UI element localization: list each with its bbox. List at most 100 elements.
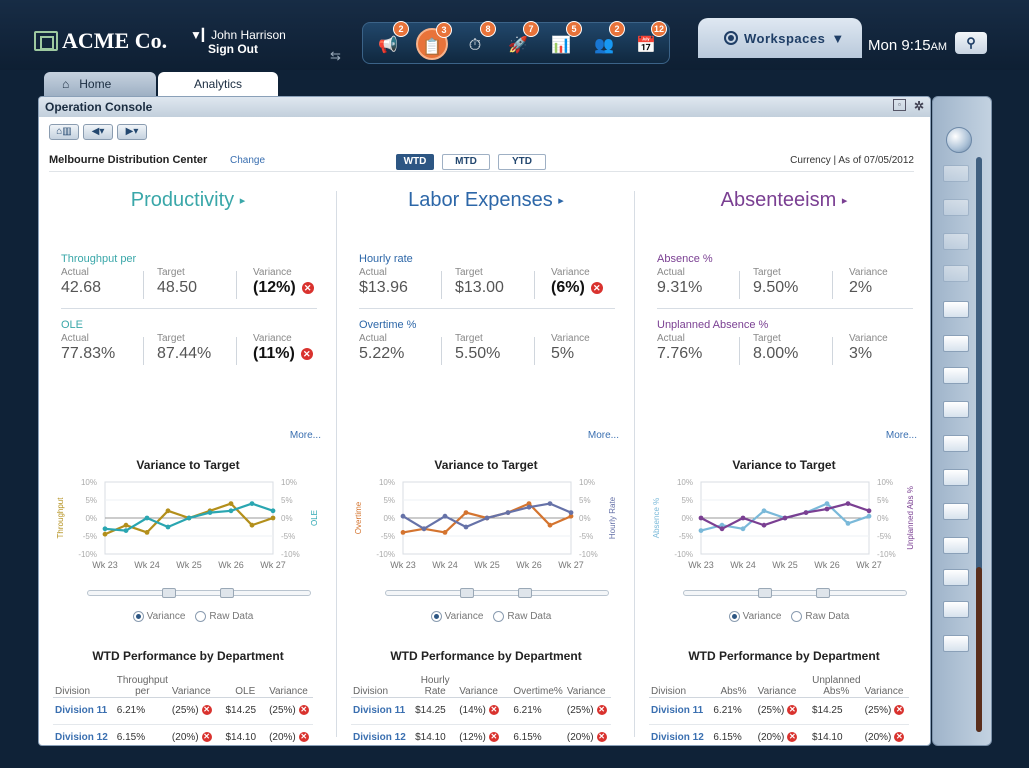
variance-radio[interactable] [132, 611, 144, 622]
gear-icon[interactable]: ✲ [914, 99, 924, 113]
actual-value: 42.68 [61, 279, 102, 296]
refresh-icon[interactable]: ⇆ [330, 48, 341, 64]
rail-window-button[interactable] [943, 165, 969, 182]
rail-window-button[interactable] [943, 367, 969, 384]
clipboard-icon[interactable]: 📋 3 [416, 22, 452, 60]
rocket-icon[interactable]: 🚀 7 [505, 21, 539, 57]
rail-window-button[interactable] [943, 401, 969, 418]
variance-radio[interactable] [430, 611, 442, 622]
period-wtd-button[interactable]: WTD [396, 154, 434, 170]
slider-thumb-end[interactable] [816, 588, 830, 598]
user-dropdown-icon[interactable]: ▼▎ [190, 28, 211, 42]
variance-line-chart: 10% 10%5% 5%0% 0%-5% -5%-10% -10%Wk 23 Wk 24 Wk… [652, 478, 915, 570]
tab-home[interactable]: ⌂ Home [44, 72, 156, 96]
workspaces-button[interactable]: Workspaces ▼ [698, 18, 862, 58]
data-point [484, 515, 490, 521]
rail-window-button[interactable] [943, 301, 969, 318]
change-location-link[interactable]: Change [230, 155, 265, 166]
y-tick-right: 5% [281, 496, 293, 505]
panel-title-link[interactable]: Absenteeism ▸ [635, 189, 930, 212]
slider-thumb-end[interactable] [518, 588, 532, 598]
console-header: Operation Console ▫ ✲ [39, 97, 930, 117]
week-range-slider[interactable] [385, 588, 609, 598]
users-icon[interactable]: 👥 2 [591, 21, 625, 57]
more-link[interactable]: More... [886, 430, 917, 441]
target-value: 5.50% [455, 345, 501, 362]
rail-window-button[interactable] [943, 537, 969, 554]
target-value: 8.00% [753, 345, 799, 362]
division-link[interactable]: Division 11 [351, 697, 414, 725]
raw-data-radio[interactable] [493, 611, 505, 622]
metric-label[interactable]: Unplanned Absence % [657, 319, 768, 331]
period-mtd-button[interactable]: MTD [442, 154, 490, 170]
rail-window-button[interactable] [943, 265, 969, 282]
user-menu[interactable]: ▼▎John Harrison Sign Out [190, 28, 286, 56]
raw-data-radio[interactable] [195, 611, 207, 622]
metric-label[interactable]: Absence % [657, 253, 713, 265]
chevron-down-icon: ▼ [831, 30, 845, 46]
rail-scrollbar[interactable] [976, 157, 982, 732]
rail-window-button[interactable] [943, 435, 969, 452]
data-point [761, 508, 767, 514]
currency-separator: | [833, 155, 837, 166]
week-range-slider[interactable] [683, 588, 907, 598]
alert-x-icon: ✕ [590, 281, 603, 294]
sign-out-link[interactable]: Sign Out [190, 42, 286, 56]
slider-thumb-start[interactable] [162, 588, 176, 598]
panel-title-link[interactable]: Productivity ▸ [39, 189, 337, 212]
caption-target: Target [455, 267, 483, 278]
variance-value: (6%) [551, 279, 585, 296]
metric-target: Target $13.00 [455, 267, 545, 297]
caption-actual: Actual [61, 267, 89, 278]
rail-window-button[interactable] [943, 199, 969, 216]
rail-scrollbar-thumb[interactable] [976, 567, 982, 732]
slider-thumb-start[interactable] [758, 588, 772, 598]
y-axis-label-left: Throughput [56, 497, 65, 539]
megaphone-icon[interactable]: 📢 2 [375, 21, 409, 57]
home-icon: ⌂ [62, 77, 70, 91]
rail-window-button[interactable] [943, 233, 969, 250]
forward-button[interactable]: ▶▾ [117, 124, 147, 140]
metric-label[interactable]: Hourly rate [359, 253, 413, 265]
panel-title-link[interactable]: Labor Expenses ▸ [337, 189, 635, 212]
back-button[interactable]: ◀▾ [83, 124, 113, 140]
period-ytd-button[interactable]: YTD [498, 154, 546, 170]
slider-thumb-end[interactable] [220, 588, 234, 598]
metric-divider [236, 271, 237, 299]
y-tick-right: 0% [281, 514, 293, 523]
x-tick-label: Wk 24 [730, 560, 756, 570]
division-link[interactable]: Division 11 [53, 697, 115, 725]
rail-window-button[interactable] [943, 469, 969, 486]
division-link[interactable]: Division 12 [649, 724, 712, 745]
tab-analytics[interactable]: Analytics [158, 72, 278, 96]
division-link[interactable]: Division 11 [649, 697, 712, 725]
maximize-icon[interactable]: ▫ [892, 99, 906, 111]
metric-label[interactable]: Overtime % [359, 319, 416, 331]
variance-radio[interactable] [728, 611, 740, 622]
table-header: Overtime% [511, 671, 565, 698]
currency-link[interactable]: Currency [790, 155, 831, 166]
calendar-icon[interactable]: 📅 12 [633, 21, 667, 57]
variance-value: 3% [849, 345, 873, 362]
home-chart-button[interactable]: ⌂▥ [49, 124, 79, 140]
slider-thumb-start[interactable] [460, 588, 474, 598]
timer-icon[interactable]: ⏱ 8 [462, 21, 496, 57]
globe-icon[interactable] [946, 127, 972, 153]
rail-window-button[interactable] [943, 335, 969, 352]
week-range-slider[interactable] [87, 588, 311, 598]
metric-label[interactable]: Throughput per [61, 253, 136, 265]
search-button[interactable]: ⚲ [955, 32, 987, 54]
division-link[interactable]: Division 12 [351, 724, 414, 745]
more-link[interactable]: More... [588, 430, 619, 441]
division-link[interactable]: Division 12 [53, 724, 115, 745]
data-point [740, 515, 746, 521]
rail-window-button[interactable] [943, 635, 969, 652]
rail-window-button[interactable] [943, 601, 969, 618]
report-icon[interactable]: 📊 5 [548, 21, 582, 57]
more-link[interactable]: More... [290, 430, 321, 441]
metric-label[interactable]: OLE [61, 319, 83, 331]
raw-data-radio[interactable] [791, 611, 803, 622]
rail-window-button[interactable] [943, 569, 969, 586]
rail-window-button[interactable] [943, 503, 969, 520]
alert-x-icon: ✕ [201, 732, 212, 743]
